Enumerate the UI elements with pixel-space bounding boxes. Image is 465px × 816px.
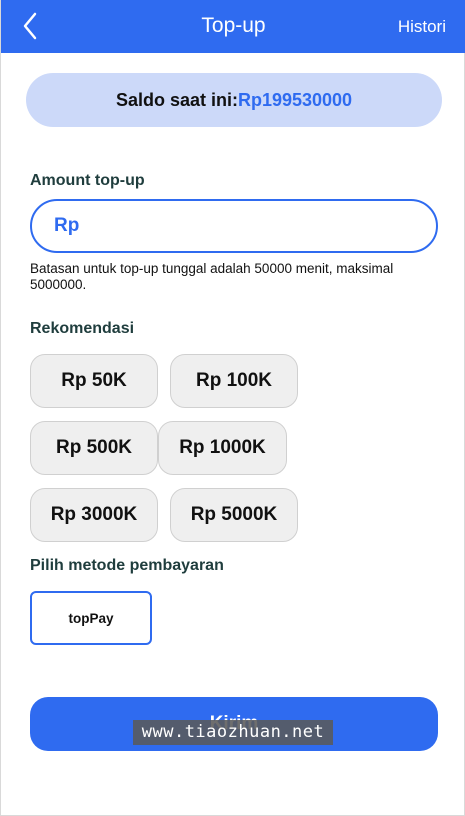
watermark: www.tiaozhuan.net (133, 720, 333, 745)
payment-method-toppay[interactable]: topPay (30, 591, 152, 645)
recommend-option-5000k[interactable]: Rp 5000K (170, 488, 298, 542)
page-title: Top-up (201, 14, 266, 37)
history-link[interactable]: Histori (398, 17, 446, 37)
topup-page: Top-up Histori Saldo saat ini: Rp1995300… (0, 0, 465, 816)
top-bar: Top-up Histori (1, 0, 465, 53)
amount-label: Amount top-up (30, 172, 145, 189)
recommend-option-1000k[interactable]: Rp 1000K (158, 421, 287, 475)
payment-method-label: Pilih metode pembayaran (30, 557, 224, 574)
amount-input[interactable] (87, 206, 436, 246)
recommend-option-500k[interactable]: Rp 500K (30, 421, 158, 475)
recommend-option-3000k[interactable]: Rp 3000K (30, 488, 158, 542)
balance-value: Rp199530000 (237, 89, 353, 110)
amount-field[interactable]: Rp (30, 199, 438, 253)
recommend-option-50k[interactable]: Rp 50K (30, 354, 158, 408)
topup-limit-note: Batasan untuk top-up tunggal adalah 5000… (30, 261, 394, 292)
currency-prefix: Rp (54, 215, 80, 236)
balance-label: Saldo saat ini: (115, 89, 238, 110)
recommend-option-100k[interactable]: Rp 100K (170, 354, 298, 408)
balance-banner: Saldo saat ini: Rp199530000 (26, 73, 442, 127)
recommendations-label: Rekomendasi (30, 320, 135, 337)
